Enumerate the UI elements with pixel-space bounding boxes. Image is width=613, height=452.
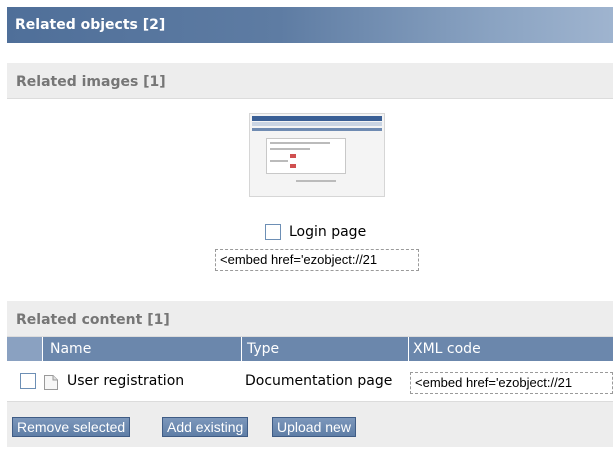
column-header-name: Name xyxy=(50,341,92,357)
column-header-xml-code: XML code xyxy=(413,341,481,357)
table-row: User registration Documentation page <em… xyxy=(7,361,613,401)
content-xml-code[interactable]: <embed href='ezobject://21 xyxy=(410,372,613,394)
content-name[interactable]: User registration xyxy=(67,373,184,389)
action-bar: Remove selected Add existing Upload new xyxy=(7,401,613,447)
add-existing-button[interactable]: Add existing xyxy=(162,417,249,437)
remove-selected-button[interactable]: Remove selected xyxy=(12,417,131,437)
content-table-header: Name Type XML code xyxy=(7,337,613,361)
image-embed-code[interactable]: <embed href='ezobject://21 xyxy=(215,249,419,271)
image-label: Login page xyxy=(289,224,367,240)
related-content-heading: Related content [1] xyxy=(7,301,613,337)
column-header-type: Type xyxy=(247,341,280,357)
document-icon xyxy=(44,375,58,390)
related-images-area: Login page <embed href='ezobject://21 xyxy=(7,99,613,285)
upload-new-button[interactable]: Upload new xyxy=(272,417,356,437)
content-type: Documentation page xyxy=(245,373,393,389)
panel-title: Related objects [2] xyxy=(7,7,613,43)
row-checkbox[interactable] xyxy=(20,373,36,389)
related-images-heading: Related images [1] xyxy=(7,63,613,99)
related-objects-panel: Related objects [2] Related images [1] L… xyxy=(7,7,613,447)
image-select-row: Login page xyxy=(265,223,366,241)
image-checkbox[interactable] xyxy=(265,224,281,240)
image-thumbnail[interactable] xyxy=(249,113,385,197)
